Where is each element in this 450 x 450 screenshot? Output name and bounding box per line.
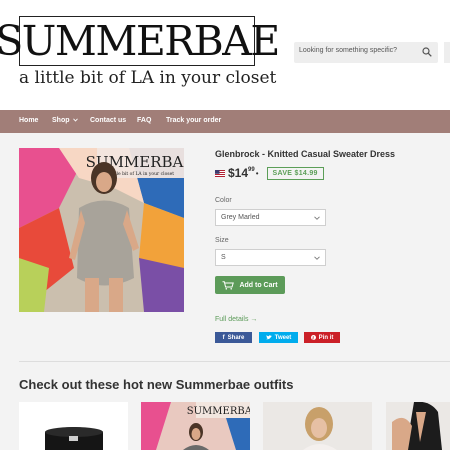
main-nav: Home Shop Contact us FAQ Track your orde… <box>0 110 450 133</box>
site-tagline: a little bit of LA in your closet <box>19 68 277 88</box>
site-header: SUMMERBAE a little bit of LA in your clo… <box>0 0 450 110</box>
search-icon[interactable] <box>422 47 432 57</box>
color-select-value: Grey Marled <box>221 214 260 221</box>
chevron-down-icon <box>314 216 320 220</box>
product-image[interactable]: SUMMERBAE a little bit of LA in your clo… <box>19 148 184 312</box>
currency-indicator: • <box>255 168 259 178</box>
product-thumbnail[interactable] <box>19 402 128 450</box>
cart-button[interactable] <box>444 42 450 63</box>
price-cents: 99 <box>248 167 255 173</box>
price-main: $14 <box>228 166 249 180</box>
thumbnail-image <box>19 402 128 450</box>
pinterest-pin-label: Pin it <box>318 334 334 341</box>
color-select[interactable]: Grey Marled <box>215 209 326 226</box>
search-placeholder: Looking for something specific? <box>299 47 398 54</box>
chevron-down-icon <box>73 118 79 122</box>
nav-item-shop-label: Shop <box>52 117 70 124</box>
facebook-icon: f <box>222 334 225 341</box>
cart-icon <box>222 280 235 290</box>
thumbnail-image: SUMMERBAE <box>141 402 250 450</box>
section-title: Check out these hot new Summerbae outfit… <box>19 377 294 392</box>
thumbnail-image <box>263 402 372 450</box>
nav-item-track-order[interactable]: Track your order <box>166 117 221 124</box>
nav-item-shop[interactable]: Shop <box>52 117 79 124</box>
twitter-tweet-label: Tweet <box>274 334 292 341</box>
logo-text: SUMMERBAE <box>0 16 280 65</box>
full-details-link[interactable]: Full details → <box>215 316 257 323</box>
price-row: $1499 • SAVE $14.99 <box>215 165 324 181</box>
facebook-share-label: Share <box>227 334 245 341</box>
pinterest-icon <box>310 335 316 340</box>
chevron-down-icon <box>314 256 320 260</box>
product-title: Glenbrock - Knitted Casual Sweater Dress <box>215 149 396 159</box>
twitter-icon <box>265 335 272 340</box>
product-photo: SUMMERBAE a little bit of LA in your clo… <box>19 148 184 312</box>
us-flag-icon <box>215 169 225 177</box>
facebook-share-button[interactable]: f Share <box>215 332 252 343</box>
thumbnail-image <box>386 402 450 450</box>
add-to-cart-label: Add to Cart <box>239 281 278 289</box>
site-logo[interactable]: SUMMERBAE <box>0 16 280 66</box>
color-label: Color <box>215 197 232 204</box>
size-select-value: S <box>221 254 226 261</box>
thumbnail-logo-text: SUMMERBAE <box>187 406 250 417</box>
pinterest-pin-button[interactable]: Pin it <box>304 332 340 343</box>
product-thumbnail[interactable] <box>263 402 372 450</box>
size-select[interactable]: S <box>215 249 326 266</box>
size-label: Size <box>215 237 229 244</box>
add-to-cart-button[interactable]: Add to Cart <box>215 276 285 294</box>
twitter-tweet-button[interactable]: Tweet <box>259 332 298 343</box>
nav-item-contact[interactable]: Contact us <box>90 117 126 124</box>
nav-item-faq[interactable]: FAQ <box>137 117 151 124</box>
product-thumbnail[interactable] <box>386 402 450 450</box>
save-badge: SAVE $14.99 <box>266 166 324 180</box>
nav-item-home[interactable]: Home <box>19 117 38 124</box>
product-thumbnail[interactable]: SUMMERBAE <box>141 402 250 450</box>
search-input[interactable]: Looking for something specific? <box>294 42 438 63</box>
section-divider <box>19 361 450 362</box>
product-price: $1499 <box>228 166 255 180</box>
